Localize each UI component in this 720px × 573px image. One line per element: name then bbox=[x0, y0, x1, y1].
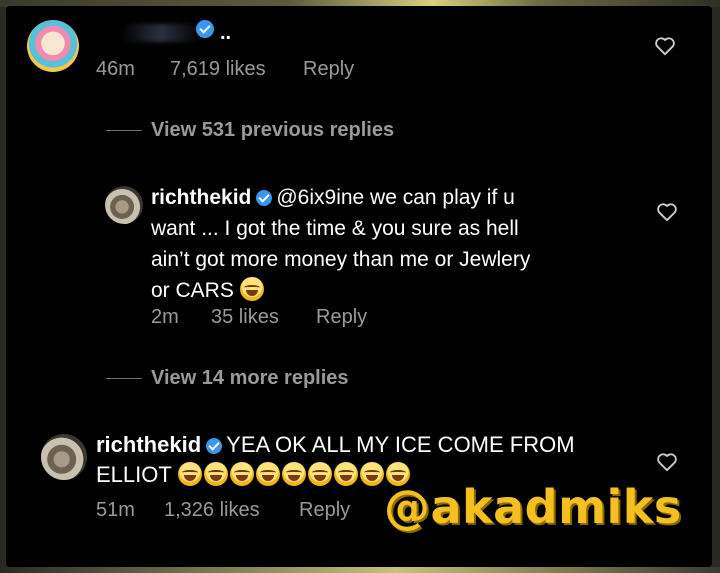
laughing-emoji-icon bbox=[229, 462, 254, 486]
laughing-emoji-icon bbox=[307, 462, 332, 486]
comment-time: 51m bbox=[96, 499, 135, 521]
replies-divider bbox=[106, 130, 142, 131]
reply-time: 2m bbox=[151, 306, 179, 328]
replies-divider bbox=[106, 378, 142, 379]
verified-badge-icon bbox=[206, 438, 223, 454]
blurred-username bbox=[121, 24, 201, 42]
heart-icon[interactable] bbox=[656, 202, 678, 222]
reply-text-line2: want ... I got the time & you sure as he… bbox=[151, 217, 519, 240]
reply-username[interactable]: richthekid bbox=[151, 186, 251, 209]
emoji-row bbox=[177, 462, 412, 487]
laughing-emoji-icon bbox=[359, 462, 384, 486]
comment-text: .. bbox=[220, 22, 232, 44]
comment-likes-link[interactable]: 7,619 likes bbox=[170, 58, 266, 81]
laughing-emoji-icon bbox=[333, 462, 358, 486]
comment-username[interactable]: richthekid bbox=[96, 432, 201, 457]
laughing-emoji-icon bbox=[177, 462, 202, 486]
comment-reply-button[interactable]: Reply bbox=[303, 58, 354, 81]
reply-text-line4: or CARS bbox=[151, 279, 234, 302]
laughing-emoji-icon bbox=[281, 462, 306, 486]
laughing-emoji-icon bbox=[255, 462, 280, 486]
reply-body: richthekid @6ix9ine we can play if u want… bbox=[151, 182, 530, 306]
avatar-richthekid[interactable] bbox=[41, 434, 87, 480]
laughing-emoji-icon bbox=[203, 462, 228, 486]
avatar-richthekid[interactable] bbox=[105, 186, 143, 224]
verified-badge-icon bbox=[196, 20, 214, 38]
heart-icon[interactable] bbox=[656, 452, 678, 472]
comment-likes-link[interactable]: 1,326 likes bbox=[164, 499, 260, 522]
comment-time: 46m bbox=[96, 58, 135, 80]
verified-badge-icon bbox=[256, 190, 273, 206]
view-more-replies-button[interactable]: View 14 more replies bbox=[151, 367, 349, 390]
reply-text-line1: @6ix9ine we can play if u bbox=[276, 186, 515, 209]
laughing-emoji-icon bbox=[239, 277, 264, 301]
comment-reply-button[interactable]: Reply bbox=[299, 499, 350, 522]
reply-likes-link[interactable]: 35 likes bbox=[211, 306, 279, 329]
comment-text-line1: YEA OK ALL MY ICE COME FROM bbox=[226, 432, 575, 457]
comments-screenshot: .. 46m 7,619 likes Reply View 531 previo… bbox=[6, 6, 712, 567]
avatar-6ix9ine[interactable] bbox=[27, 20, 79, 72]
heart-icon[interactable] bbox=[654, 36, 676, 56]
view-previous-replies-button[interactable]: View 531 previous replies bbox=[151, 119, 394, 142]
reply-text-line3: ain’t got more money than me or Jewlery bbox=[151, 248, 531, 271]
photo-border-bottom bbox=[0, 567, 720, 573]
comment-text-line2: ELLIOT bbox=[96, 462, 172, 487]
reply-reply-button[interactable]: Reply bbox=[316, 306, 367, 329]
watermark: @akadmiks bbox=[384, 480, 682, 534]
